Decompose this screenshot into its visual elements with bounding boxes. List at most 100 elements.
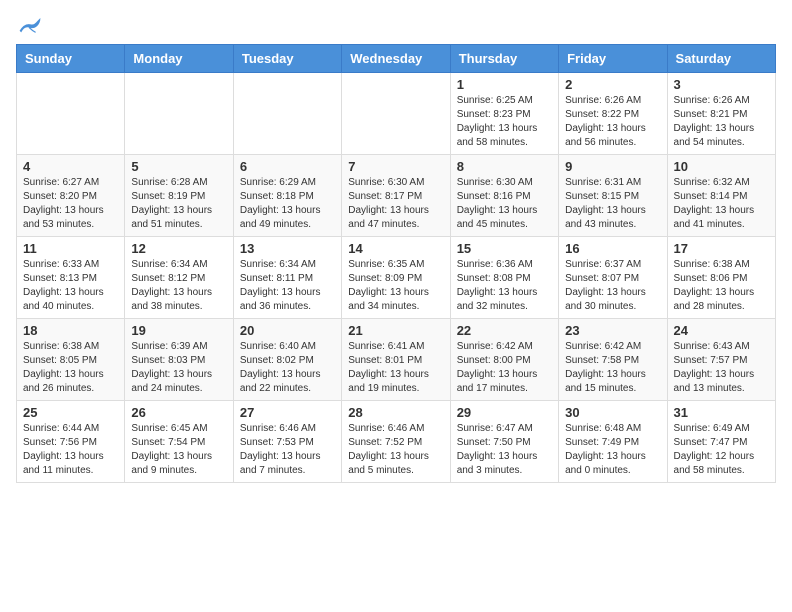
calendar-cell: 27Sunrise: 6:46 AM Sunset: 7:53 PM Dayli… bbox=[233, 401, 341, 483]
calendar-cell: 22 Sunrise: 6:42 AM Sunset: 8:00 PM Dayli… bbox=[450, 319, 558, 401]
day-info: Sunrise: 6:34 AM Sunset: 8:12 PM Dayligh… bbox=[131, 258, 226, 314]
day-info: Sunrise: 6:39 AM Sunset: 8:03 PM Dayligh… bbox=[131, 340, 226, 396]
calendar-cell: 16Sunrise: 6:37 AM Sunset: 8:07 PM Dayli… bbox=[559, 237, 667, 319]
day-number: 8 bbox=[457, 159, 552, 174]
calendar-cell: 15 Sunrise: 6:36 AM Sunset: 8:08 PM Dayli… bbox=[450, 237, 558, 319]
calendar-cell: 9 Sunrise: 6:31 AM Sunset: 8:15 PM Daylig… bbox=[559, 155, 667, 237]
logo-bird-icon bbox=[18, 16, 42, 36]
day-number: 13 bbox=[240, 241, 335, 256]
calendar-cell: 30 Sunrise: 6:48 AM Sunset: 7:49 PM Dayli… bbox=[559, 401, 667, 483]
day-info: Sunrise: 6:34 AM Sunset: 8:11 PM Dayligh… bbox=[240, 258, 335, 314]
day-number: 25 bbox=[23, 405, 118, 420]
calendar-cell: 24 Sunrise: 6:43 AM Sunset: 7:57 PM Dayli… bbox=[667, 319, 775, 401]
calendar-cell bbox=[17, 73, 125, 155]
calendar-cell: 20 Sunrise: 6:40 AM Sunset: 8:02 PM Dayli… bbox=[233, 319, 341, 401]
day-info: Sunrise: 6:47 AM Sunset: 7:50 PM Dayligh… bbox=[457, 422, 552, 478]
day-info: Sunrise: 6:29 AM Sunset: 8:18 PM Dayligh… bbox=[240, 176, 335, 232]
calendar-header-friday: Friday bbox=[559, 45, 667, 73]
day-number: 30 bbox=[565, 405, 660, 420]
day-info: Sunrise: 6:40 AM Sunset: 8:02 PM Dayligh… bbox=[240, 340, 335, 396]
calendar-week-row: 11 Sunrise: 6:33 AM Sunset: 8:13 PM Dayli… bbox=[17, 237, 776, 319]
calendar-cell: 11 Sunrise: 6:33 AM Sunset: 8:13 PM Dayli… bbox=[17, 237, 125, 319]
day-info: Sunrise: 6:26 AM Sunset: 8:22 PM Dayligh… bbox=[565, 94, 660, 150]
calendar-cell: 29 Sunrise: 6:47 AM Sunset: 7:50 PM Dayli… bbox=[450, 401, 558, 483]
day-info: Sunrise: 6:30 AM Sunset: 8:16 PM Dayligh… bbox=[457, 176, 552, 232]
calendar-cell bbox=[342, 73, 450, 155]
calendar-week-row: 1 Sunrise: 6:25 AM Sunset: 8:23 PM Daylig… bbox=[17, 73, 776, 155]
day-number: 22 bbox=[457, 323, 552, 338]
day-info: Sunrise: 6:45 AM Sunset: 7:54 PM Dayligh… bbox=[131, 422, 226, 478]
calendar-cell: 31Sunrise: 6:49 AM Sunset: 7:47 PM Dayli… bbox=[667, 401, 775, 483]
day-number: 17 bbox=[674, 241, 769, 256]
day-info: Sunrise: 6:38 AM Sunset: 8:05 PM Dayligh… bbox=[23, 340, 118, 396]
day-info: Sunrise: 6:48 AM Sunset: 7:49 PM Dayligh… bbox=[565, 422, 660, 478]
day-number: 28 bbox=[348, 405, 443, 420]
calendar-cell: 1 Sunrise: 6:25 AM Sunset: 8:23 PM Daylig… bbox=[450, 73, 558, 155]
day-info: Sunrise: 6:28 AM Sunset: 8:19 PM Dayligh… bbox=[131, 176, 226, 232]
calendar-header-sunday: Sunday bbox=[17, 45, 125, 73]
day-info: Sunrise: 6:27 AM Sunset: 8:20 PM Dayligh… bbox=[23, 176, 118, 232]
day-info: Sunrise: 6:32 AM Sunset: 8:14 PM Dayligh… bbox=[674, 176, 769, 232]
calendar-cell: 3Sunrise: 6:26 AM Sunset: 8:21 PM Daylig… bbox=[667, 73, 775, 155]
calendar-cell: 4 Sunrise: 6:27 AM Sunset: 8:20 PM Daylig… bbox=[17, 155, 125, 237]
day-info: Sunrise: 6:46 AM Sunset: 7:52 PM Dayligh… bbox=[348, 422, 443, 478]
calendar-header-wednesday: Wednesday bbox=[342, 45, 450, 73]
day-number: 11 bbox=[23, 241, 118, 256]
calendar-week-row: 18 Sunrise: 6:38 AM Sunset: 8:05 PM Dayli… bbox=[17, 319, 776, 401]
logo bbox=[16, 16, 42, 36]
day-number: 9 bbox=[565, 159, 660, 174]
calendar-cell: 28 Sunrise: 6:46 AM Sunset: 7:52 PM Dayli… bbox=[342, 401, 450, 483]
calendar-cell: 25 Sunrise: 6:44 AM Sunset: 7:56 PM Dayli… bbox=[17, 401, 125, 483]
calendar-week-row: 4 Sunrise: 6:27 AM Sunset: 8:20 PM Daylig… bbox=[17, 155, 776, 237]
calendar-cell bbox=[233, 73, 341, 155]
day-info: Sunrise: 6:44 AM Sunset: 7:56 PM Dayligh… bbox=[23, 422, 118, 478]
day-info: Sunrise: 6:43 AM Sunset: 7:57 PM Dayligh… bbox=[674, 340, 769, 396]
day-number: 21 bbox=[348, 323, 443, 338]
day-number: 6 bbox=[240, 159, 335, 174]
day-info: Sunrise: 6:41 AM Sunset: 8:01 PM Dayligh… bbox=[348, 340, 443, 396]
calendar-cell bbox=[125, 73, 233, 155]
day-number: 24 bbox=[674, 323, 769, 338]
calendar-week-row: 25 Sunrise: 6:44 AM Sunset: 7:56 PM Dayli… bbox=[17, 401, 776, 483]
calendar-cell: 23 Sunrise: 6:42 AM Sunset: 7:58 PM Dayli… bbox=[559, 319, 667, 401]
day-number: 7 bbox=[348, 159, 443, 174]
day-number: 14 bbox=[348, 241, 443, 256]
calendar-cell: 13 Sunrise: 6:34 AM Sunset: 8:11 PM Dayli… bbox=[233, 237, 341, 319]
day-number: 31 bbox=[674, 405, 769, 420]
calendar-cell: 7 Sunrise: 6:30 AM Sunset: 8:17 PM Daylig… bbox=[342, 155, 450, 237]
day-info: Sunrise: 6:35 AM Sunset: 8:09 PM Dayligh… bbox=[348, 258, 443, 314]
day-info: Sunrise: 6:31 AM Sunset: 8:15 PM Dayligh… bbox=[565, 176, 660, 232]
day-number: 20 bbox=[240, 323, 335, 338]
calendar-header-monday: Monday bbox=[125, 45, 233, 73]
calendar-cell: 2 Sunrise: 6:26 AM Sunset: 8:22 PM Daylig… bbox=[559, 73, 667, 155]
calendar-table: SundayMondayTuesdayWednesdayThursdayFrid… bbox=[16, 44, 776, 483]
day-info: Sunrise: 6:42 AM Sunset: 8:00 PM Dayligh… bbox=[457, 340, 552, 396]
day-info: Sunrise: 6:38 AM Sunset: 8:06 PM Dayligh… bbox=[674, 258, 769, 314]
day-info: Sunrise: 6:42 AM Sunset: 7:58 PM Dayligh… bbox=[565, 340, 660, 396]
calendar-header-row: SundayMondayTuesdayWednesdayThursdayFrid… bbox=[17, 45, 776, 73]
calendar-header-saturday: Saturday bbox=[667, 45, 775, 73]
day-number: 1 bbox=[457, 77, 552, 92]
calendar-cell: 5 Sunrise: 6:28 AM Sunset: 8:19 PM Daylig… bbox=[125, 155, 233, 237]
day-number: 18 bbox=[23, 323, 118, 338]
day-number: 23 bbox=[565, 323, 660, 338]
day-info: Sunrise: 6:33 AM Sunset: 8:13 PM Dayligh… bbox=[23, 258, 118, 314]
calendar-cell: 21 Sunrise: 6:41 AM Sunset: 8:01 PM Dayli… bbox=[342, 319, 450, 401]
calendar-cell: 12 Sunrise: 6:34 AM Sunset: 8:12 PM Dayli… bbox=[125, 237, 233, 319]
day-info: Sunrise: 6:30 AM Sunset: 8:17 PM Dayligh… bbox=[348, 176, 443, 232]
day-info: Sunrise: 6:36 AM Sunset: 8:08 PM Dayligh… bbox=[457, 258, 552, 314]
day-number: 12 bbox=[131, 241, 226, 256]
day-number: 4 bbox=[23, 159, 118, 174]
calendar-header-thursday: Thursday bbox=[450, 45, 558, 73]
day-number: 15 bbox=[457, 241, 552, 256]
day-number: 2 bbox=[565, 77, 660, 92]
day-info: Sunrise: 6:37 AM Sunset: 8:07 PM Dayligh… bbox=[565, 258, 660, 314]
day-number: 29 bbox=[457, 405, 552, 420]
calendar-cell: 14 Sunrise: 6:35 AM Sunset: 8:09 PM Dayli… bbox=[342, 237, 450, 319]
page-header bbox=[16, 16, 776, 36]
day-info: Sunrise: 6:26 AM Sunset: 8:21 PM Dayligh… bbox=[674, 94, 769, 150]
day-info: Sunrise: 6:25 AM Sunset: 8:23 PM Dayligh… bbox=[457, 94, 552, 150]
calendar-cell: 6 Sunrise: 6:29 AM Sunset: 8:18 PM Daylig… bbox=[233, 155, 341, 237]
day-number: 5 bbox=[131, 159, 226, 174]
day-number: 26 bbox=[131, 405, 226, 420]
